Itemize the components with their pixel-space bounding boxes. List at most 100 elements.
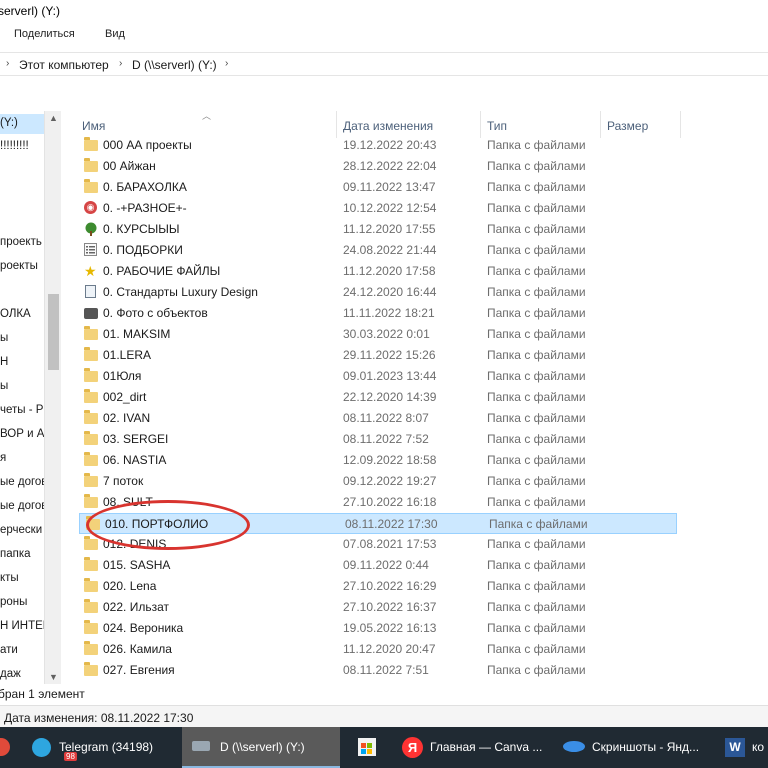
file-row[interactable]: 02. IVAN 08.11.2022 8:07 Папка с файлами — [78, 408, 678, 429]
nav-item[interactable]: ерчески — [0, 521, 44, 541]
taskbar-item-explorer[interactable]: D (\\serverl) (Y:) — [182, 727, 340, 768]
details-bar: Дата изменения: 08.11.2022 17:30 — [0, 705, 768, 727]
breadcrumb-this-pc[interactable]: Этот компьютер — [19, 58, 109, 72]
file-row[interactable]: 03. SERGEI 08.11.2022 7:52 Папка с файлами — [78, 429, 678, 450]
folder-icon — [84, 179, 98, 194]
taskbar-item-store[interactable] — [346, 727, 390, 768]
ribbon-tabs: Поделиться Вид — [0, 24, 768, 46]
nav-item-label: ые догов — [0, 500, 48, 512]
file-name: 024. Вероника — [103, 621, 184, 635]
file-row[interactable]: 08. SULT 27.10.2022 16:18 Папка с файлами — [78, 492, 678, 513]
nav-item[interactable]: роны — [0, 593, 44, 613]
nav-item[interactable]: Н ИНТЕР — [0, 617, 50, 637]
file-row[interactable]: 0. Стандарты Luxury Design 24.12.2020 16:… — [78, 282, 678, 303]
taskbar-item-telegram[interactable]: 98 Telegram (34198) — [22, 727, 180, 768]
nav-item[interactable]: папка — [0, 545, 44, 565]
nav-item[interactable]: (Y:) — [0, 114, 44, 134]
nav-item[interactable]: ати — [0, 641, 44, 661]
nav-item[interactable]: ВОР и АІ — [0, 425, 48, 445]
file-row[interactable]: 026. Камила 11.12.2020 20:47 Папка с файла… — [78, 639, 678, 660]
file-name: 02. IVAN — [103, 411, 151, 425]
file-row[interactable]: 00 Айжан 28.12.2022 22:04 Папка с файлами — [78, 156, 678, 177]
chevron-right-icon[interactable]: › — [119, 58, 122, 69]
nav-item[interactable]: кты — [0, 569, 44, 589]
file-row[interactable]: 01.LERA 29.11.2022 15:26 Папка с файлами — [78, 345, 678, 366]
nav-item-label: папка — [0, 548, 31, 560]
file-row[interactable]: 0. Фото с объектов 11.11.2022 18:21 Папка … — [78, 303, 678, 324]
file-row[interactable]: 0. КУРСЫЫЫ 11.12.2020 17:55 Папка с файлам… — [78, 219, 678, 240]
column-size[interactable]: Размер — [607, 119, 648, 133]
column-divider[interactable] — [600, 111, 601, 138]
status-bar: бран 1 элемент — [0, 684, 768, 704]
file-row[interactable]: 015. SASHA 09.11.2022 0:44 Папка с файлами — [78, 555, 678, 576]
file-row[interactable]: ◉ 0. -+РАЗНОЕ+- 10.12.2022 12:54 Папка с фа… — [78, 198, 678, 219]
address-bar[interactable]: › Этот компьютер › D (\\serverl) (Y:) › — [0, 52, 768, 76]
nav-item[interactable]: !!!!!!!!! — [0, 137, 44, 157]
taskbar-item-yandex[interactable]: Я Главная — Canva ... — [394, 727, 552, 768]
file-row[interactable]: 0. ПОДБОРКИ 24.08.2022 21:44 Папка с файла… — [78, 240, 678, 261]
file-row[interactable]: 002_dirt 22.12.2020 14:39 Папка с файлами — [78, 387, 678, 408]
nav-item[interactable]: Н — [0, 353, 44, 373]
column-divider[interactable] — [336, 111, 337, 138]
file-row[interactable]: 06. NASTIA 12.09.2022 18:58 Папка с файлам… — [78, 450, 678, 471]
column-name[interactable]: Имя — [82, 119, 105, 133]
nav-item-label: даж — [0, 668, 21, 680]
file-row[interactable]: 7 поток 09.12.2022 19:27 Папка с файлами — [78, 471, 678, 492]
file-row[interactable]: 012. DENIS 07.08.2021 17:53 Папка с файлам… — [78, 534, 678, 555]
taskbar-item-screenshots[interactable]: Скриншоты - Янд... — [556, 727, 714, 768]
scroll-up-icon[interactable]: ▲ — [49, 113, 58, 123]
drive-icon — [192, 741, 210, 751]
file-type: Папка с файлами — [487, 495, 586, 509]
column-divider[interactable] — [680, 111, 681, 138]
column-divider[interactable] — [480, 111, 481, 138]
file-name: 08. SULT — [103, 495, 153, 509]
nav-item[interactable]: ы — [0, 377, 44, 397]
column-type[interactable]: Тип — [487, 119, 507, 133]
nav-item[interactable]: ые догов — [0, 473, 47, 493]
title-bar: serverl) (Y:) — [0, 0, 768, 24]
folder-icon — [84, 578, 98, 593]
file-type: Папка с файлами — [487, 432, 586, 446]
scrollbar-thumb[interactable] — [48, 294, 59, 370]
file-row[interactable]: ★ 0. РАБОЧИЕ ФАЙЛЫ 11.12.2020 17:58 Папка с… — [78, 261, 678, 282]
file-date: 09.01.2023 13:44 — [343, 369, 437, 383]
list-icon — [84, 243, 98, 257]
folder-icon — [84, 494, 98, 509]
column-date[interactable]: Дата изменения — [343, 119, 433, 133]
file-row[interactable]: 020. Lena 27.10.2022 16:29 Папка с файлами — [78, 576, 678, 597]
breadcrumb-drive[interactable]: D (\\serverl) (Y:) — [132, 58, 217, 72]
file-type: Папка с файлами — [487, 180, 586, 194]
nav-item[interactable]: ые догов — [0, 497, 48, 517]
file-row[interactable]: 010. ПОРТФОЛИО 08.11.2022 17:30 Папка с фа… — [79, 513, 677, 534]
file-row[interactable]: 027. Евгения 08.11.2022 7:51 Папка с файла… — [78, 660, 678, 681]
nav-item[interactable]: даж — [0, 665, 44, 684]
file-type: Папка с файлами — [487, 642, 586, 656]
nav-item[interactable]: я — [0, 449, 44, 469]
nav-scrollbar[interactable]: ▲ ▼ — [44, 111, 61, 684]
file-row[interactable]: 024. Вероника 19.05.2022 16:13 Папка с фай… — [78, 618, 678, 639]
file-type: Папка с файлами — [489, 517, 588, 531]
scroll-down-icon[interactable]: ▼ — [49, 672, 58, 682]
file-row[interactable]: 01. MAKSIM 30.03.2022 0:01 Папка с файлами — [78, 324, 678, 345]
tab-view[interactable]: Вид — [105, 28, 125, 40]
taskbar-item-word[interactable]: W ко — [718, 727, 768, 768]
file-date: 24.12.2020 16:44 — [343, 285, 437, 299]
file-row[interactable]: 01Юля 09.01.2023 13:44 Папка с файлами — [78, 366, 678, 387]
nav-item[interactable]: ОЛКА — [0, 305, 44, 325]
folder-icon — [84, 536, 98, 551]
tab-share[interactable]: Поделиться — [14, 28, 75, 40]
file-row[interactable]: 0. БАРАХОЛКА 09.11.2022 13:47 Папка с файл… — [78, 177, 678, 198]
nav-item[interactable]: ы — [0, 329, 44, 349]
file-type: Папка с файлами — [487, 348, 586, 362]
taskbar-item-chrome[interactable] — [0, 727, 20, 768]
taskbar-label: D (\\serverl) (Y:) — [220, 740, 305, 754]
file-row[interactable]: 000 АА проекты 19.12.2022 20:43 Папка с фа… — [78, 135, 678, 156]
nav-item-label: четы - Р — [0, 404, 44, 416]
file-type: Папка с файлами — [487, 306, 586, 320]
file-type: Папка с файлами — [487, 159, 586, 173]
nav-item[interactable]: роекты — [0, 257, 44, 277]
file-row[interactable]: 022. Ильзат 27.10.2022 16:37 Папка с файла… — [78, 597, 678, 618]
chevron-right-icon[interactable]: › — [225, 58, 228, 69]
nav-item[interactable]: четы - Р — [0, 401, 44, 421]
nav-item[interactable]: проекть — [0, 233, 44, 253]
